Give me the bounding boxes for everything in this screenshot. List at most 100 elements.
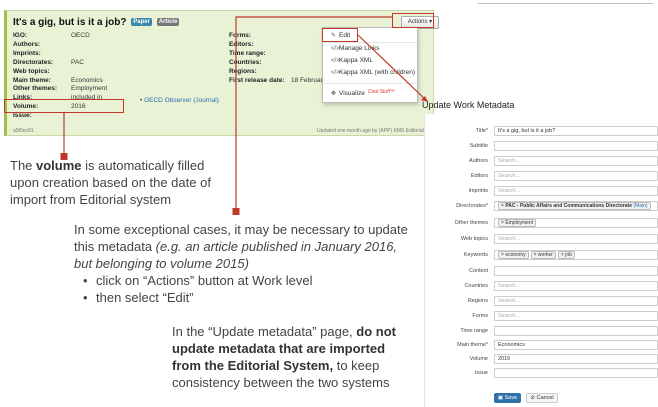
form-label-context: Context bbox=[469, 268, 488, 274]
keyword-chip[interactable]: × economy bbox=[498, 251, 529, 259]
field-label: First release date: bbox=[229, 76, 285, 84]
field-value: Economics bbox=[71, 76, 103, 84]
field-value: PAC bbox=[71, 58, 84, 66]
form-label-directorates: Directorates* bbox=[456, 203, 488, 209]
field-label: Forms: bbox=[229, 32, 252, 39]
actions-highlight bbox=[392, 13, 434, 28]
cancel-icon: ⊘ bbox=[530, 395, 535, 401]
form-input-subtitle[interactable] bbox=[494, 141, 658, 151]
form-label-authors: Authors bbox=[469, 158, 488, 164]
journal-link-text[interactable]: OECD Observer (Journal) bbox=[144, 97, 219, 104]
save-button[interactable]: ▣ Save bbox=[494, 393, 521, 403]
field-value: OECD bbox=[71, 32, 90, 39]
field-label: Main theme: bbox=[13, 76, 51, 84]
form-input-title[interactable]: It's a gig, but is it a job? bbox=[494, 126, 658, 136]
form-input-forms[interactable]: Search... bbox=[494, 311, 658, 321]
form-input-regions[interactable]: Search... bbox=[494, 296, 658, 306]
badge-paper: Paper bbox=[131, 18, 152, 26]
field-label: Issue: bbox=[13, 112, 32, 120]
form-label-imprints: Imprints bbox=[468, 188, 488, 194]
code-icon: </> bbox=[331, 46, 340, 52]
volume-callout: The volume is automatically filled upon … bbox=[10, 157, 220, 208]
cancel-button-label: Cancel bbox=[536, 395, 554, 401]
updated-info: Updated one month ago by (APP) XMS Edito… bbox=[317, 128, 431, 134]
form-input-editors[interactable]: Search... bbox=[494, 171, 658, 181]
steps-list: click on “Actions” button at Work level … bbox=[83, 272, 414, 306]
field-label: Regions: bbox=[229, 67, 257, 75]
form-label-regions: Regions bbox=[467, 298, 488, 304]
field-label: Directorates: bbox=[13, 58, 54, 66]
form-label-forms: Forms bbox=[472, 313, 488, 319]
work-title-text: It's a gig, but is it a job? bbox=[13, 17, 127, 28]
form-input-authors[interactable]: Search... bbox=[494, 156, 658, 166]
volume-highlight bbox=[4, 99, 124, 113]
form-input-other-themes[interactable]: × Employment bbox=[494, 218, 658, 228]
form-input-issue[interactable] bbox=[494, 368, 658, 378]
form-label-keywords: Keywords bbox=[463, 252, 488, 258]
update-callout: In the “Update metadata” page, do not up… bbox=[172, 323, 412, 391]
main-tag: (Main) bbox=[633, 203, 648, 209]
form-label-editors: Editors bbox=[470, 173, 488, 179]
keyword-chip[interactable]: × worker bbox=[530, 251, 556, 259]
form-label-other-themes: Other themes bbox=[454, 220, 488, 226]
form-label-subtitle: Subtitle bbox=[469, 143, 488, 149]
menu-item-kappa-xml-children-label: Kappa XML (with children) bbox=[339, 69, 415, 76]
code-icon: </> bbox=[331, 58, 340, 64]
volume-callout-bold: volume bbox=[36, 158, 82, 173]
journal-link[interactable]: • OECD Observer (Journal) bbox=[140, 97, 219, 105]
volume-callout-pre: The bbox=[10, 158, 37, 173]
menu-separator bbox=[323, 42, 417, 43]
menu-item-manage-links[interactable]: </>Manage Links bbox=[331, 45, 379, 52]
field-label: Editors: bbox=[229, 40, 254, 48]
form-input-imprints[interactable]: Search... bbox=[494, 186, 658, 196]
menu-item-kappa-xml-children[interactable]: </>Kappa XML (with children) bbox=[331, 69, 415, 76]
form-input-web-topics[interactable]: Search... bbox=[494, 234, 658, 244]
form-input-main-theme[interactable]: Economics bbox=[494, 340, 658, 350]
form-input-volume[interactable]: 2016 bbox=[494, 354, 658, 364]
menu-separator bbox=[323, 83, 417, 84]
field-value: Employment bbox=[71, 85, 108, 93]
field-label: Web topics: bbox=[13, 67, 50, 75]
menu-item-kappa-xml-label: Kappa XML bbox=[339, 57, 373, 64]
work-title: It's a gig, but is it a job? Paper Artic… bbox=[13, 17, 180, 28]
field-label: Time range: bbox=[229, 49, 266, 57]
edit-highlight bbox=[322, 28, 358, 42]
form-label-time-range: Time range bbox=[460, 328, 488, 334]
menu-item-visualize-label: Visualize bbox=[339, 90, 365, 97]
menu-item-kappa-xml[interactable]: </>Kappa XML bbox=[331, 57, 373, 64]
menu-item-visualize[interactable]: ✥ Visualize bbox=[331, 90, 365, 97]
step-item: click on “Actions” button at Work level bbox=[83, 272, 414, 289]
work-id: a5f0ce91 bbox=[13, 128, 34, 134]
form-input-countries[interactable]: Search... bbox=[494, 281, 658, 291]
top-divider bbox=[478, 3, 653, 4]
keyword-chip-label: job bbox=[565, 252, 572, 258]
form-label-web-topics: Web topics bbox=[460, 236, 488, 242]
form-input-context[interactable] bbox=[494, 266, 658, 276]
cool-stuff-note: Cool Stuff™ bbox=[368, 89, 395, 95]
other-theme-chip[interactable]: × Employment bbox=[498, 219, 537, 227]
field-label: Authors: bbox=[13, 40, 41, 48]
step-item: then select “Edit” bbox=[83, 289, 414, 306]
floppy-icon: ▣ bbox=[497, 395, 504, 401]
badge-article: Article bbox=[156, 18, 180, 26]
form-input-directorates[interactable]: × PAC - Public Affairs and Communication… bbox=[494, 201, 658, 211]
form-input-keywords[interactable]: × economy × worker × job bbox=[494, 250, 658, 260]
keyword-chip-label: worker bbox=[537, 252, 553, 258]
directorate-chip-label: PAC - Public Affairs and Communications … bbox=[505, 203, 632, 209]
save-button-label: Save bbox=[504, 395, 518, 401]
field-label: Other themes: bbox=[13, 85, 58, 93]
cancel-button[interactable]: ⊘ Cancel bbox=[526, 393, 558, 403]
form-label-issue: Issue bbox=[474, 370, 488, 376]
keyword-chip[interactable]: × job bbox=[557, 251, 575, 259]
form-label-main-theme: Main theme* bbox=[457, 342, 488, 348]
directorate-chip[interactable]: × PAC - Public Affairs and Communication… bbox=[498, 202, 651, 210]
form-input-time-range[interactable] bbox=[494, 326, 658, 336]
update-callout-pre: In the “Update metadata” page, bbox=[172, 324, 357, 339]
eye-icon: ✥ bbox=[331, 91, 337, 97]
menu-item-manage-links-label: Manage Links bbox=[339, 45, 380, 52]
connector-actions-marker bbox=[232, 208, 240, 215]
keyword-chip-label: economy bbox=[505, 252, 526, 258]
field-label: IGO: bbox=[13, 32, 28, 39]
form-label-countries: Countries bbox=[464, 283, 488, 289]
other-theme-chip-label: Employment bbox=[505, 220, 534, 226]
